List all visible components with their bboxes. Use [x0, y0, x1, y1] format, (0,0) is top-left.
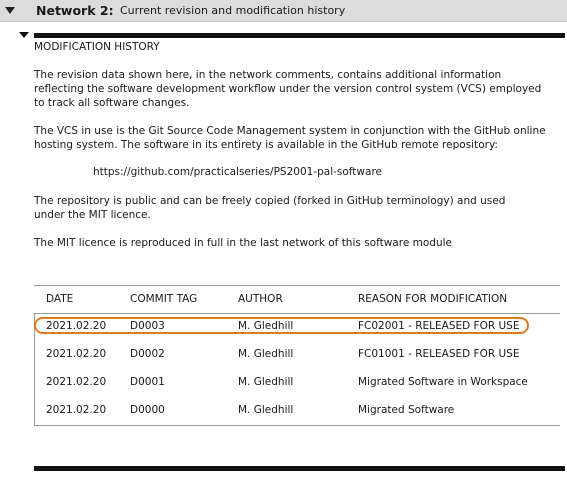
highlighted-row-outline — [34, 317, 529, 334]
network-header[interactable]: Network 2: Current revision and modifica… — [0, 0, 567, 22]
table-header-rule — [34, 313, 560, 314]
cell-commit-tag: D0001 — [130, 376, 165, 388]
column-header-reason: REASON FOR MODIFICATION — [358, 293, 508, 305]
table-top-rule — [34, 285, 560, 286]
comment-paragraph-line: hosting system. The software in its enti… — [34, 139, 498, 151]
comment-heading: MODIFICATION HISTORY — [34, 41, 160, 53]
cell-reason: FC01001 - RELEASED FOR USE — [358, 348, 520, 360]
repository-url: https://github.com/practicalseries/PS200… — [93, 166, 382, 178]
column-header-author: AUTHOR — [238, 293, 283, 305]
cell-author: M. Gledhill — [238, 376, 294, 388]
comment-collapse-icon[interactable] — [19, 32, 29, 38]
comment-paragraph-line: under the MIT licence. — [34, 209, 151, 221]
cell-date: 2021.02.20 — [46, 404, 107, 416]
column-header-date: DATE — [46, 293, 74, 305]
cell-commit-tag: D0002 — [130, 348, 165, 360]
cell-reason: Migrated Software — [358, 404, 455, 416]
table-bottom-rule — [34, 425, 560, 426]
cell-author: M. Gledhill — [238, 404, 294, 416]
comment-paragraph-line: The VCS in use is the Git Source Code Ma… — [34, 125, 546, 137]
comment-paragraph-line: The revision data shown here, in the net… — [34, 69, 502, 81]
cell-date: 2021.02.20 — [46, 348, 107, 360]
comment-paragraph-line: to track all software changes. — [34, 97, 190, 109]
network-title: Network 2: — [36, 3, 114, 18]
comment-paragraph-line: reflecting the software development work… — [34, 83, 542, 95]
cell-author: M. Gledhill — [238, 348, 294, 360]
comment-bottom-rule — [34, 466, 565, 471]
cell-commit-tag: D0000 — [130, 404, 165, 416]
comment-paragraph-line: The MIT licence is reproduced in full in… — [34, 237, 452, 249]
network-comment-title[interactable]: Current revision and modification histor… — [120, 4, 345, 17]
column-header-commit-tag: COMMIT TAG — [130, 293, 198, 305]
cell-reason: Migrated Software in Workspace — [358, 376, 528, 388]
cell-date: 2021.02.20 — [46, 376, 107, 388]
comment-top-rule — [34, 33, 565, 38]
collapse-arrow-icon[interactable] — [5, 7, 15, 14]
comment-paragraph-line: The repository is public and can be free… — [34, 195, 506, 207]
